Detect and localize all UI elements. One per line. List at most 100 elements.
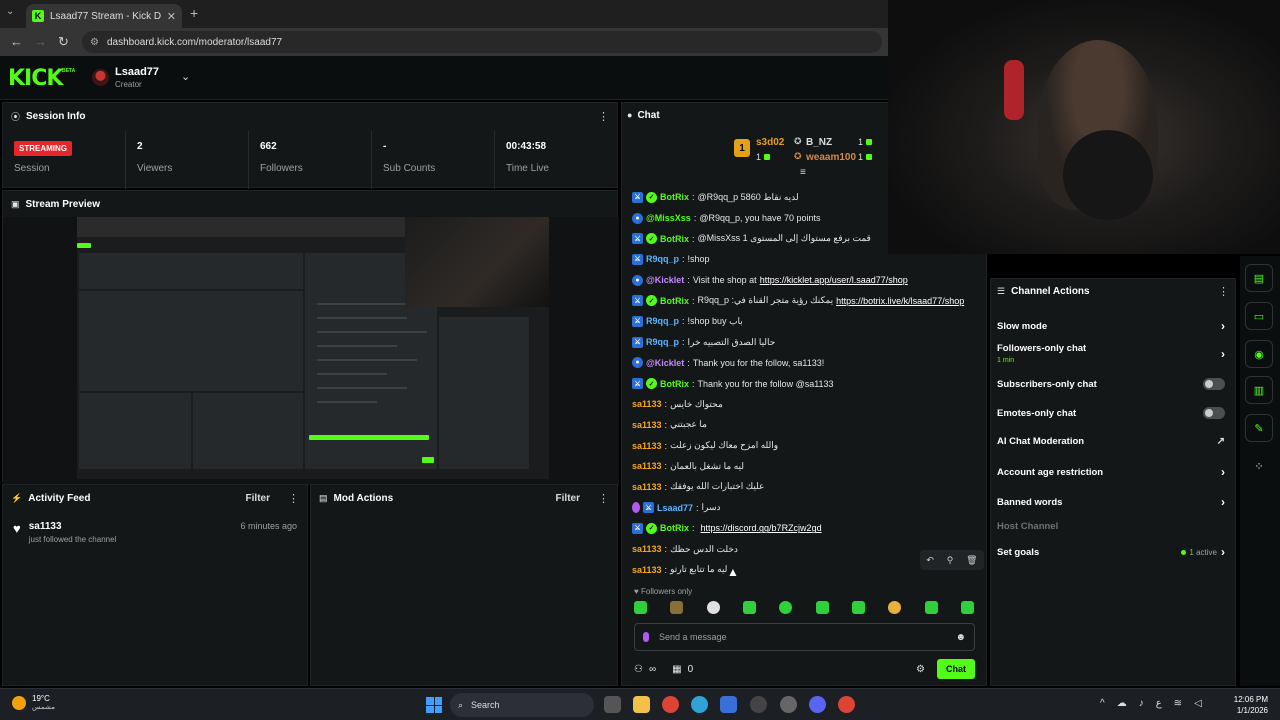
apps-icon[interactable]: ⁘ xyxy=(1245,452,1273,480)
wrench-icon[interactable]: ✎ xyxy=(1245,414,1273,442)
close-tab-icon[interactable]: ✕ xyxy=(167,10,176,23)
chat-message[interactable]: sa1133: والله امزح معاك ليكون زعلت xyxy=(632,435,977,456)
chrome-icon[interactable] xyxy=(662,696,679,713)
emotes-only-toggle[interactable] xyxy=(1203,407,1225,419)
leaderboard-name[interactable]: s3d02 xyxy=(756,137,784,148)
more-options-icon[interactable]: ⋮ xyxy=(598,110,609,123)
emote-icon[interactable] xyxy=(670,601,684,614)
emote-icon[interactable] xyxy=(634,601,647,614)
kick-logo[interactable]: KICK xyxy=(8,66,63,91)
list-item[interactable]: ♥ sa1133 just followed the channel 6 min… xyxy=(3,511,307,554)
emote-icon[interactable] xyxy=(924,601,938,614)
delete-icon[interactable]: 🗑 xyxy=(966,555,977,566)
chat-message[interactable]: ⚔ Lsaad77: دسرا xyxy=(632,497,977,518)
emote-icon[interactable] xyxy=(779,601,793,614)
chat-icon[interactable]: ▭ xyxy=(1245,302,1273,330)
chat-message[interactable]: ⚔ R9qq_p: !shop buy باب xyxy=(632,311,977,332)
chat-username[interactable]: @MissXss xyxy=(646,213,691,223)
reload-icon[interactable]: ↻ xyxy=(58,34,69,50)
windows-start-icon[interactable] xyxy=(426,697,442,713)
stream-preview-video[interactable] xyxy=(3,217,619,485)
emoji-icon[interactable]: ☻ xyxy=(955,632,966,643)
onedrive-icon[interactable]: ☁ xyxy=(1117,698,1127,709)
chat-message[interactable]: ⚔ ✓ BotRix: https://discord.gg/b7RZcjw2gd xyxy=(632,518,977,539)
chat-message[interactable]: ● @Kicklet: Visit the shop at https://kick… xyxy=(632,270,977,291)
filter-button[interactable]: Filter xyxy=(246,493,270,504)
chat-message[interactable]: sa1133: ما عجبتني xyxy=(632,415,977,436)
chat-message[interactable]: ● @Kicklet: Thank you for the follow, sa11… xyxy=(632,353,977,374)
users-icon[interactable]: ⚇ xyxy=(634,664,643,675)
edge-icon[interactable] xyxy=(691,696,708,713)
leaderboard-name[interactable]: B_NZ xyxy=(806,137,832,148)
chat-username[interactable]: sa1133 xyxy=(632,544,662,554)
chat-username[interactable]: BotRix xyxy=(660,379,689,389)
chat-username[interactable]: @Kicklet xyxy=(646,275,684,285)
notes-icon[interactable]: ▤ xyxy=(1245,264,1273,292)
pin-icon[interactable]: ⚲ xyxy=(947,555,954,566)
chat-message[interactable]: ⚔ R9qq_p: حاليا الصدق التصبيه خرا xyxy=(632,332,977,353)
back-icon[interactable]: ← xyxy=(10,34,23,49)
action-set-goals[interactable]: Set goals 1 active › xyxy=(997,545,1225,559)
chat-message[interactable]: sa1133: محتواك خايس xyxy=(632,394,977,415)
wifi-icon[interactable]: ≋ xyxy=(1174,698,1182,709)
chat-username[interactable]: R9qq_p xyxy=(646,254,679,264)
more-options-icon[interactable]: ⋮ xyxy=(598,492,609,505)
filter-button[interactable]: Filter xyxy=(556,493,580,504)
chat-username[interactable]: R9qq_p xyxy=(646,337,679,347)
chat-message[interactable]: sa1133: عليك اختبارات الله يوفقك xyxy=(632,477,977,498)
discord-icon[interactable] xyxy=(809,696,826,713)
chat-username[interactable]: BotRix xyxy=(660,523,689,533)
chat-username[interactable]: sa1133 xyxy=(632,565,662,575)
chat-link[interactable]: https://botrix.live/k/lsaad77/shop xyxy=(836,296,964,306)
microphone-tray-icon[interactable]: ♪ xyxy=(1139,698,1144,709)
subscribers-only-toggle[interactable] xyxy=(1203,378,1225,390)
chrome-active-icon[interactable] xyxy=(838,696,855,713)
chat-link[interactable]: https://discord.gg/b7RZcjw2gd xyxy=(701,523,822,533)
leaderboard-name[interactable]: weaam100 xyxy=(806,152,856,163)
chat-username[interactable]: sa1133 xyxy=(632,441,662,451)
chat-username[interactable]: BotRix xyxy=(660,192,689,202)
chat-message[interactable]: sa1133: ليه ما تشغل بالعمان xyxy=(632,456,977,477)
chat-username[interactable]: sa1133 xyxy=(632,399,662,409)
emote-icon[interactable] xyxy=(706,601,720,614)
action-account-age[interactable]: Account age restriction › xyxy=(997,465,1225,479)
tab-search-icon[interactable]: ⌄ xyxy=(6,6,14,17)
gift-box-icon[interactable]: ▦ xyxy=(672,664,681,675)
taskbar-clock[interactable]: 12:06 PM 1/1/2026 xyxy=(1228,694,1268,716)
weather-widget[interactable]: 19°C مشمس xyxy=(12,694,55,711)
language-indicator[interactable]: ع xyxy=(1156,698,1162,709)
more-options-icon[interactable]: ⋮ xyxy=(288,492,299,505)
send-chat-button[interactable]: Chat xyxy=(937,659,975,679)
file-explorer-icon[interactable] xyxy=(633,696,650,713)
action-followers-only[interactable]: Followers-only chat 1 min › xyxy=(997,343,1225,365)
chat-username[interactable]: BotRix xyxy=(660,234,689,244)
emote-icon[interactable] xyxy=(888,601,902,614)
emote-icon[interactable] xyxy=(851,601,865,614)
volume-icon[interactable]: ◁ xyxy=(1194,698,1202,709)
chat-username[interactable]: @Kicklet xyxy=(646,358,684,368)
broadcast-icon[interactable]: ◉ xyxy=(1245,340,1273,368)
avatar[interactable] xyxy=(92,69,109,86)
obs-icon[interactable] xyxy=(750,696,767,713)
chat-link[interactable]: https://kicklet.app/user/l.saad77/shop xyxy=(760,275,908,285)
task-view-icon[interactable] xyxy=(604,696,621,713)
chat-input[interactable] xyxy=(659,632,946,642)
chat-username[interactable]: Lsaad77 xyxy=(657,503,693,513)
chevron-up-icon[interactable]: ^ xyxy=(1100,698,1105,709)
layout-icon[interactable]: ▥ xyxy=(1245,376,1273,404)
emote-icon[interactable] xyxy=(815,601,829,614)
chat-message[interactable]: ⚔ ✓ BotRix: R9qq_p :يمكنك رؤية متجر القناة … xyxy=(632,290,977,311)
more-options-icon[interactable]: ⋮ xyxy=(1218,285,1229,298)
chat-username[interactable]: sa1133 xyxy=(632,420,662,430)
chat-username[interactable]: sa1133 xyxy=(632,461,662,471)
chat-message[interactable]: ⚔ ✓ BotRix: Thank you for the follow @sa113… xyxy=(632,373,977,394)
action-slow-mode[interactable]: Slow mode › xyxy=(997,319,1225,333)
chevron-down-icon[interactable]: ⌄ xyxy=(181,70,190,83)
gear-icon[interactable]: ⚙ xyxy=(916,664,925,675)
action-ai-moderation[interactable]: AI Chat Moderation ↗ xyxy=(997,436,1225,447)
reply-icon[interactable]: ↶ xyxy=(926,555,934,566)
chat-username[interactable]: sa1133 xyxy=(632,482,662,492)
settings-app-icon[interactable] xyxy=(780,696,797,713)
browser-tab[interactable]: K Lsaad77 Stream - Kick Dashboard ✕ xyxy=(26,4,182,28)
emote-icon[interactable] xyxy=(742,601,756,614)
